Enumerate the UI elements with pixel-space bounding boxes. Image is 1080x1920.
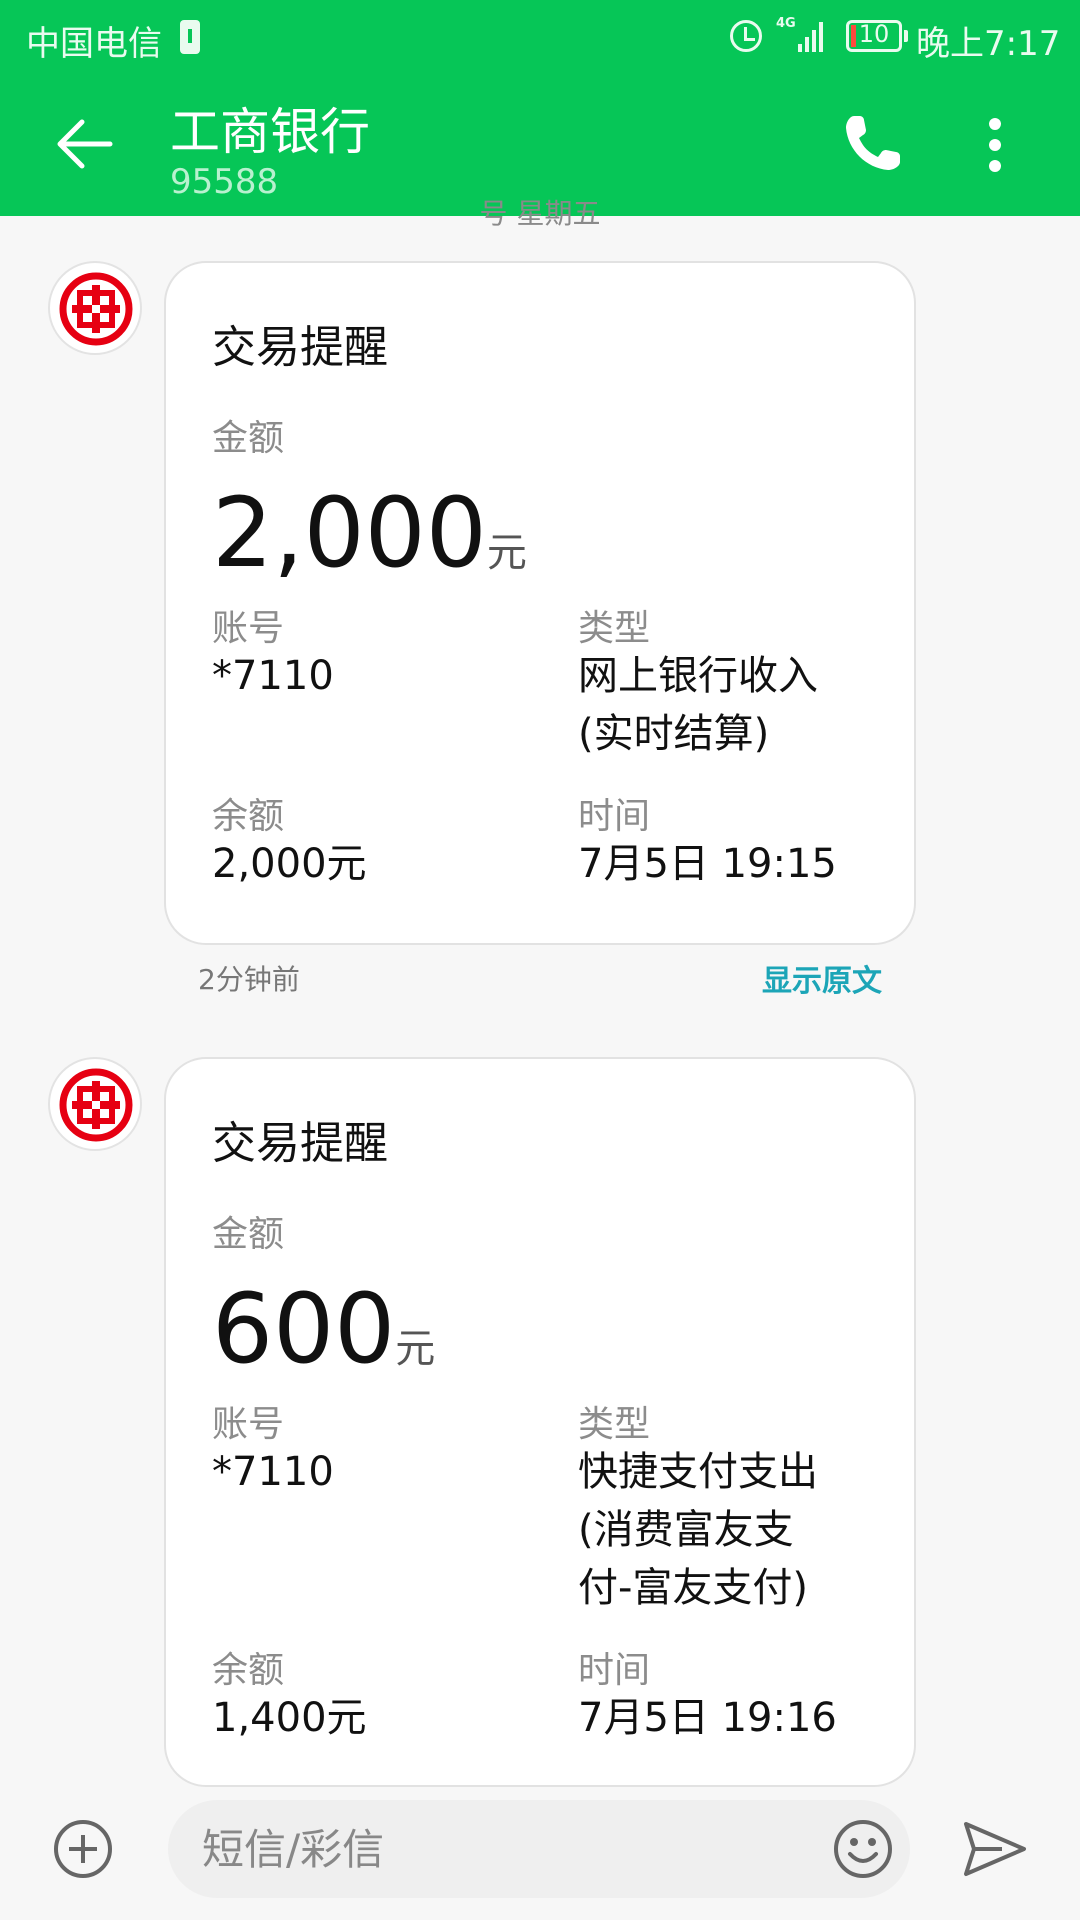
- sender-avatar: [48, 1057, 142, 1151]
- date-separator: 号 星期五: [479, 197, 601, 230]
- amount-label: 金额: [212, 418, 285, 459]
- message-timestamp: 2分钟前: [198, 963, 300, 996]
- account-label: 账号: [212, 608, 285, 649]
- card-title: 交易提醒: [212, 322, 388, 373]
- type-value-line: 网上银行收入: [578, 653, 818, 699]
- sim-card-icon: [180, 20, 200, 54]
- type-value-line: 快捷支付支出: [578, 1449, 818, 1495]
- app-header: 中国电信 4G 10 晚上7:17 工商银行 95588: [0, 0, 1080, 216]
- battery-icon: 10: [846, 20, 902, 52]
- transaction-card[interactable]: 交易提醒 金额 600元 账号 *7110 类型 快捷支付支出 (消费富友支 付…: [164, 1057, 916, 1787]
- time-value: 7月5日 19:16: [578, 1695, 837, 1741]
- type-value-line: 付-富友支付): [578, 1565, 809, 1611]
- status-clock: 晚上7:17: [916, 24, 1061, 64]
- carrier-label: 中国电信: [26, 24, 162, 64]
- conversation-number: 95588: [170, 162, 279, 202]
- amount-unit: 元: [486, 530, 527, 576]
- transaction-card[interactable]: 交易提醒 金额 2,000元 账号 *7110 类型 网上银行收入 (实时结算)…: [164, 261, 916, 945]
- card-title: 交易提醒: [212, 1118, 388, 1169]
- amount-label: 金额: [212, 1214, 285, 1255]
- alarm-icon: [730, 20, 762, 52]
- signal-strength-icon: [798, 18, 828, 52]
- back-arrow-icon[interactable]: [54, 114, 114, 174]
- account-value: *7110: [212, 1449, 334, 1495]
- type-value-line: (消费富友支: [578, 1507, 794, 1553]
- more-options-icon[interactable]: [976, 112, 1016, 178]
- send-icon[interactable]: [962, 1820, 1028, 1878]
- time-label: 时间: [578, 796, 651, 837]
- icbc-logo-icon: [59, 272, 133, 346]
- message-composer[interactable]: [168, 1800, 910, 1898]
- type-label: 类型: [578, 608, 651, 649]
- account-value: *7110: [212, 653, 334, 699]
- balance-label: 余额: [212, 1650, 285, 1691]
- battery-percent: 10: [858, 20, 890, 48]
- message-input[interactable]: [202, 1822, 782, 1876]
- balance-label: 余额: [212, 796, 285, 837]
- phone-call-icon[interactable]: [840, 110, 906, 176]
- amount-value: 600元: [212, 1273, 436, 1385]
- amount-unit: 元: [395, 1326, 436, 1372]
- icbc-logo-icon: [59, 1068, 133, 1142]
- status-bar: 中国电信 4G 10 晚上7:17: [0, 0, 1080, 74]
- balance-value: 1,400元: [212, 1695, 367, 1741]
- conversation-title: 工商银行: [170, 103, 370, 161]
- balance-value: 2,000元: [212, 841, 367, 887]
- amount-value: 2,000元: [212, 477, 527, 589]
- battery-tip-icon: [904, 30, 908, 42]
- type-value-line: (实时结算): [578, 711, 770, 757]
- account-label: 账号: [212, 1404, 285, 1445]
- time-label: 时间: [578, 1650, 651, 1691]
- show-original-link[interactable]: 显示原文: [762, 956, 882, 1000]
- type-label: 类型: [578, 1404, 651, 1445]
- network-type-label: 4G: [776, 16, 796, 31]
- emoji-icon[interactable]: [832, 1818, 894, 1880]
- sender-avatar: [48, 261, 142, 355]
- time-value: 7月5日 19:15: [578, 841, 837, 887]
- add-attachment-button[interactable]: [54, 1820, 112, 1878]
